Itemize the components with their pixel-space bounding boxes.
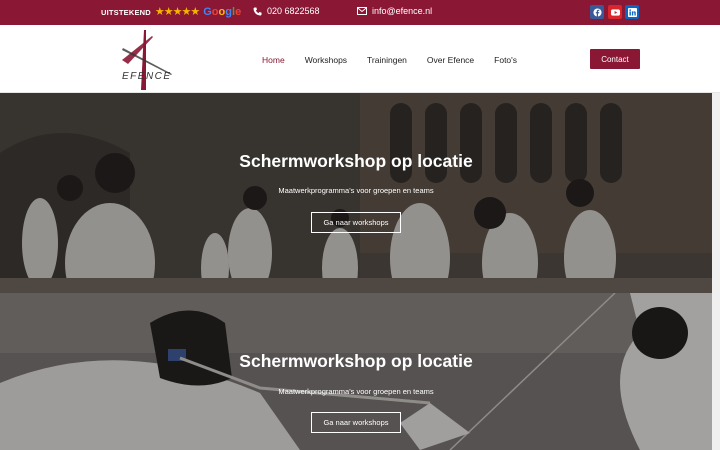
contact-button[interactable]: Contact (590, 49, 640, 69)
star-rating-icon: ★★★★★ (154, 6, 200, 18)
hero-title: Schermworkshop op locatie (239, 351, 473, 371)
envelope-icon (357, 7, 367, 15)
google-rating[interactable]: UITSTEKEND ★★★★★ Google (101, 6, 241, 18)
top-bar: UITSTEKEND ★★★★★ Google 020 6822568 info… (0, 0, 720, 25)
google-logo: Google (203, 6, 242, 18)
nav-item-workshops[interactable]: Workshops (305, 55, 347, 65)
linkedin-button[interactable] (625, 5, 639, 19)
facebook-button[interactable] (590, 5, 604, 19)
nav-item-over-efence[interactable]: Over Efence (427, 55, 474, 65)
hero-subtitle: Maatwerkprogramma's voor groepen en team… (278, 387, 434, 396)
main-nav: Home Workshops Trainingen Over Efence Fo… (262, 55, 537, 65)
hero-slide-2: Schermworkshop op locatie Maatwerkprogra… (0, 293, 712, 450)
svg-text:EFENCE: EFENCE (122, 71, 172, 82)
email-link[interactable]: info@efence.nl (357, 6, 432, 16)
site-header: EFENCE Home Workshops Trainingen Over Ef… (0, 25, 720, 93)
nav-item-trainingen[interactable]: Trainingen (367, 55, 407, 65)
rating-label: UITSTEKEND (101, 7, 151, 17)
youtube-button[interactable] (608, 5, 622, 19)
linkedin-icon (627, 7, 637, 17)
nav-item-home[interactable]: Home (262, 55, 285, 65)
phone-link[interactable]: 020 6822568 (253, 6, 320, 16)
email-address: info@efence.nl (372, 6, 433, 16)
phone-icon (253, 6, 262, 15)
youtube-icon (610, 8, 620, 16)
facebook-icon (592, 7, 602, 17)
nav-item-fotos[interactable]: Foto's (494, 55, 517, 65)
hero-title: Schermworkshop op locatie (239, 151, 473, 171)
efence-logo[interactable]: EFENCE (118, 30, 176, 90)
workshops-button[interactable]: Ga naar workshops (311, 212, 401, 233)
page-scrollbar[interactable] (712, 93, 720, 450)
hero-slide-1: Schermworkshop op locatie Maatwerkprogra… (0, 93, 712, 293)
phone-number: 020 6822568 (267, 6, 320, 16)
hero-subtitle: Maatwerkprogramma's voor groepen en team… (278, 186, 434, 195)
workshops-button[interactable]: Ga naar workshops (311, 412, 401, 433)
